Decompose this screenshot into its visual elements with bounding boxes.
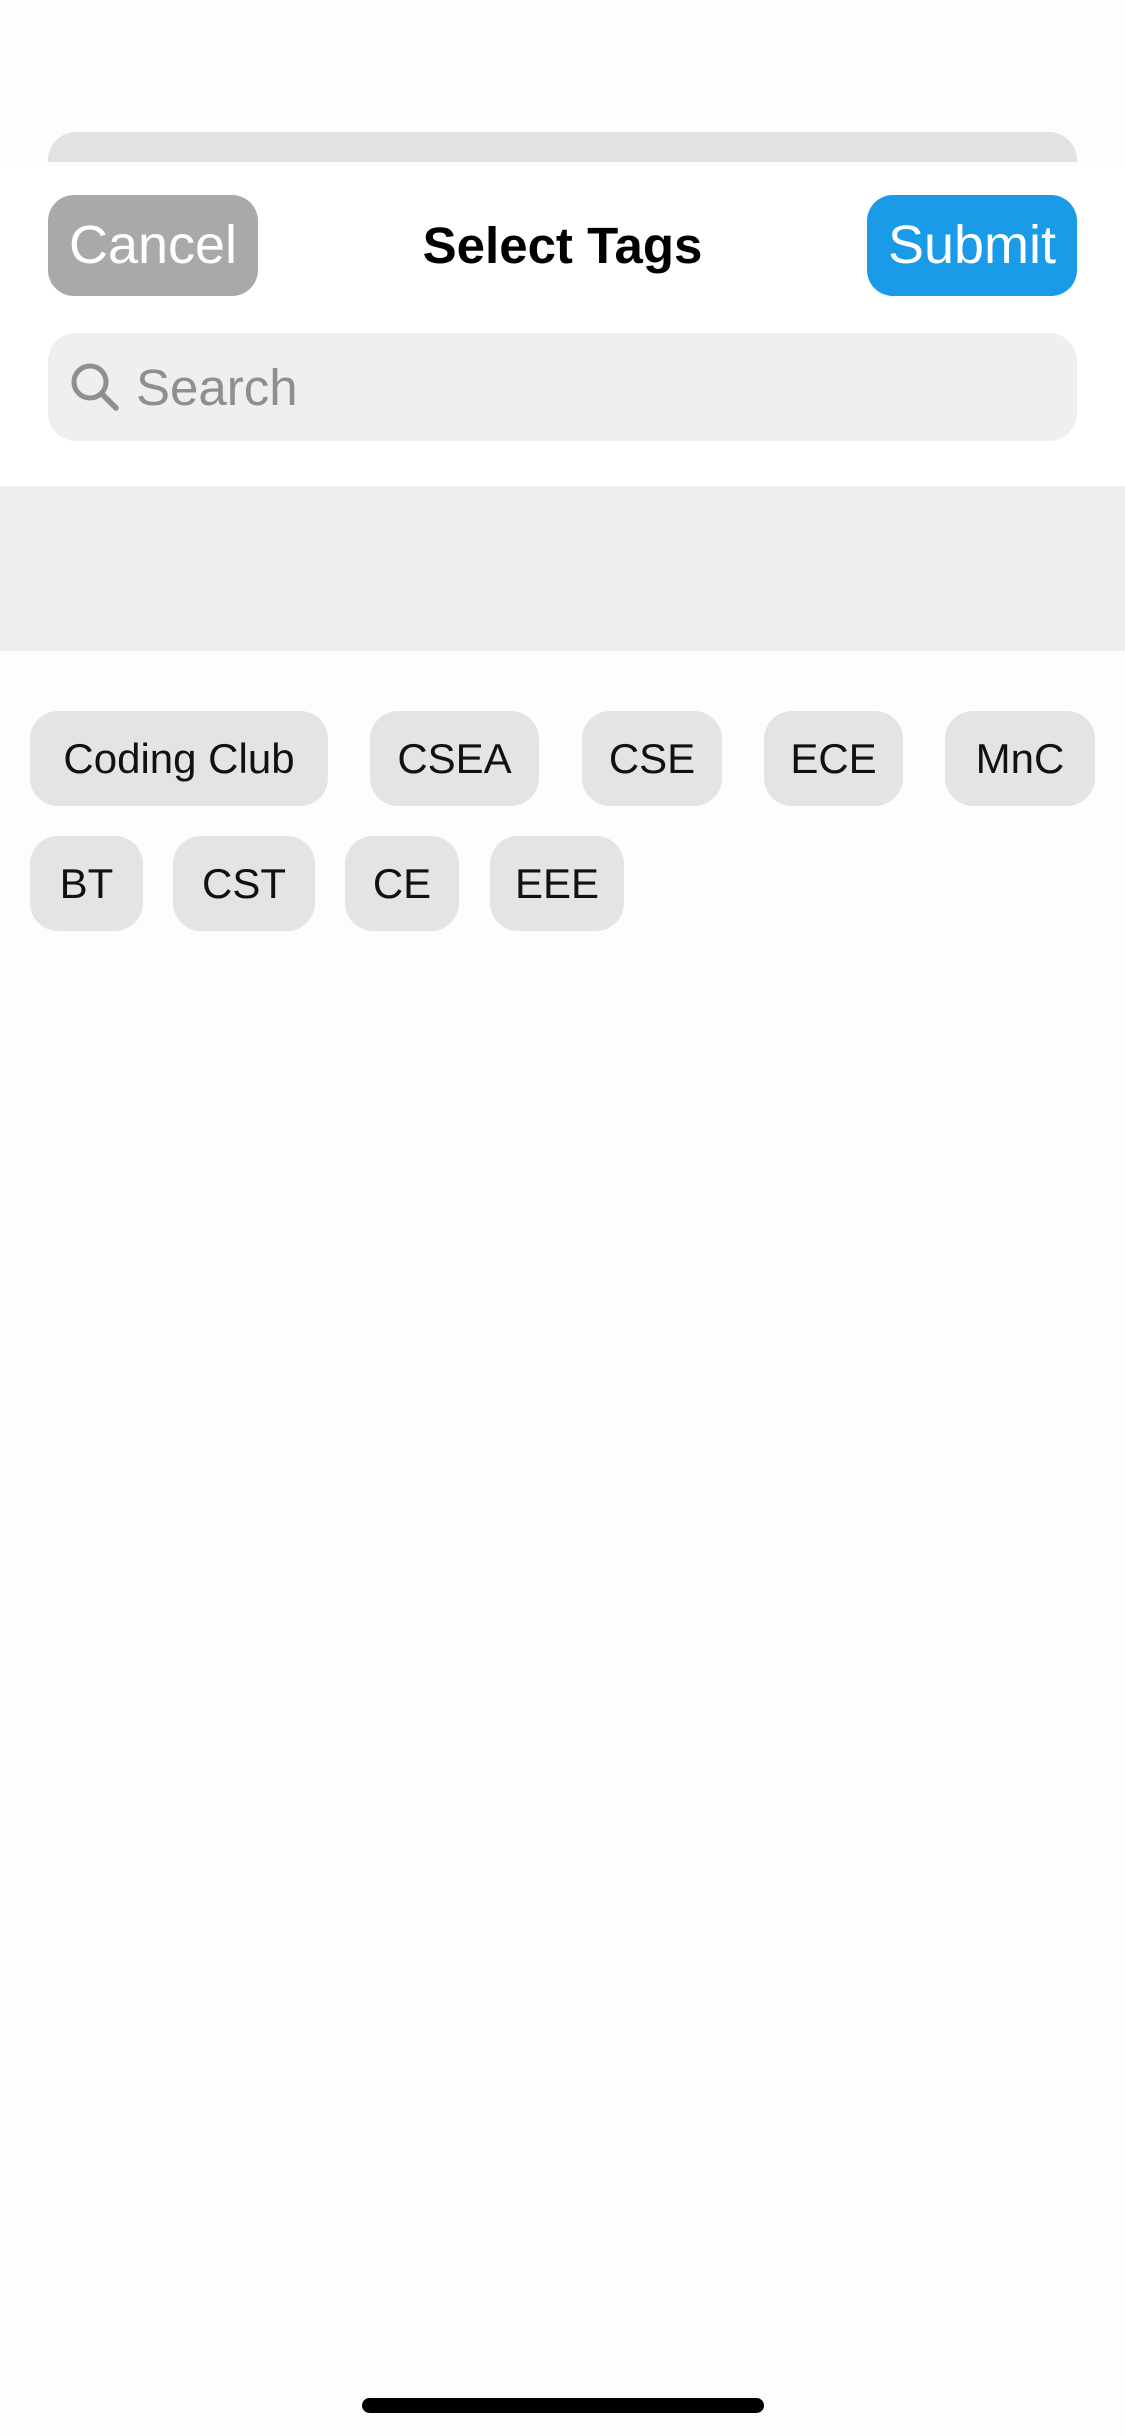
tag-ce[interactable]: CE [345, 836, 459, 931]
cancel-button[interactable]: Cancel [48, 195, 258, 296]
sheet-backdrop-edge [48, 132, 1077, 162]
search-input[interactable] [136, 333, 1056, 441]
tag-csea[interactable]: CSEA [370, 711, 539, 806]
search-icon [68, 360, 122, 414]
tag-bt[interactable]: BT [30, 836, 143, 931]
tag-coding-club[interactable]: Coding Club [30, 711, 328, 806]
selected-tags-area [0, 486, 1125, 651]
tag-cst[interactable]: CST [173, 836, 315, 931]
submit-button[interactable]: Submit [867, 195, 1077, 296]
tag-list: Coding Club CSEA CSE ECE MnC BT CST CE E… [0, 651, 1125, 971]
page-title: Select Tags [422, 217, 703, 274]
tag-eee[interactable]: EEE [490, 836, 624, 931]
search-bar[interactable] [48, 333, 1077, 441]
tag-ece[interactable]: ECE [764, 711, 903, 806]
tag-mnc[interactable]: MnC [945, 711, 1095, 806]
home-indicator [362, 2398, 764, 2413]
tag-cse[interactable]: CSE [582, 711, 722, 806]
